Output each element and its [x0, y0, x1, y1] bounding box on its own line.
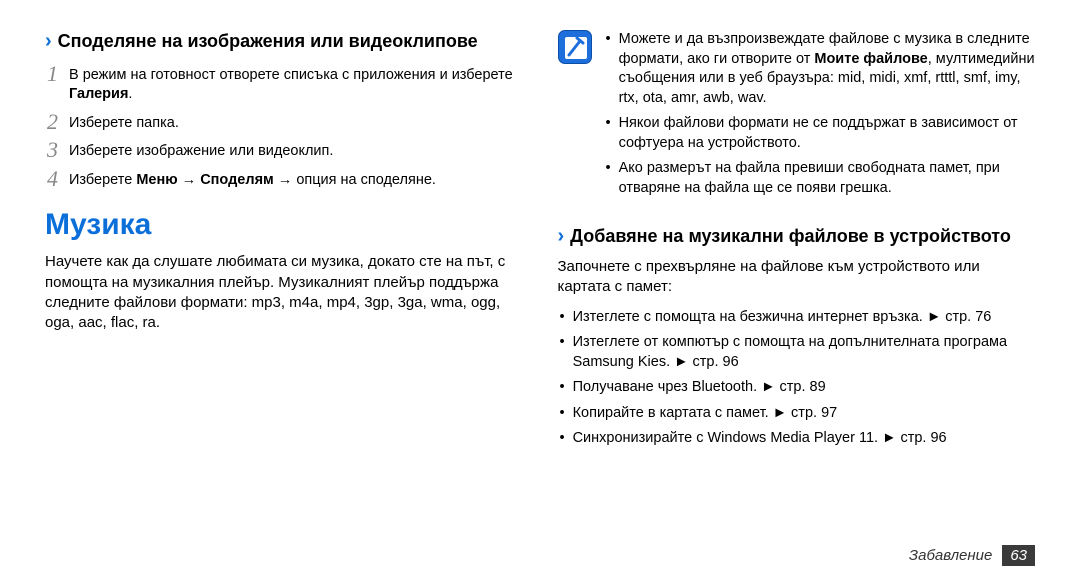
list-item: Синхронизирайте с Windows Media Player 1… [558, 429, 1036, 449]
step-bold: Галерия [69, 86, 128, 102]
bullet-bold: Моите файлове [814, 51, 927, 67]
section-heading-add-music: › Добавяне на музикални файлове в устрой… [558, 225, 1036, 248]
music-paragraph: Научете как да слушате любимата си музик… [45, 252, 523, 333]
step-number: 1 [47, 63, 69, 85]
music-title: Музика [45, 208, 523, 242]
bullet-text: Някои файлови формати не се поддържат в … [619, 114, 1035, 153]
step-text: Изберете папка. [69, 111, 179, 134]
step-text: Изберете Меню → Споделям → опция на спод… [69, 168, 436, 191]
left-column: › Споделяне на изображения или видеоклип… [45, 30, 523, 455]
step-text: Изберете изображение или видеоклип. [69, 139, 333, 162]
step-bold: Меню [136, 172, 177, 188]
chevron-icon: › [558, 225, 565, 247]
list-item: 1 В режим на готовност отворете списъка … [47, 63, 523, 105]
step-suffix: → опция на споделяне. [274, 172, 436, 188]
bullet-text: Изтеглете с помощта на безжична интернет… [573, 308, 992, 328]
steps-list: 1 В режим на готовност отворете списъка … [45, 63, 523, 191]
step-prefix: В режим на готовност отворете списъка с … [69, 67, 513, 83]
heading-text: Споделяне на изображения или видеоклипов… [58, 30, 478, 53]
list-item: 4 Изберете Меню → Споделям → опция на сп… [47, 168, 523, 191]
right-column: Можете и да възпроизвеждате файлове с му… [558, 30, 1036, 455]
list-item: Изтеглете от компютър с помощта на допъл… [558, 333, 1036, 372]
step-suffix: . [128, 86, 132, 102]
note-bullet: Можете и да възпроизвеждате файлове с му… [604, 30, 1036, 108]
step-bold2: Споделям [200, 172, 274, 188]
section-heading-sharing: › Споделяне на изображения или видеоклип… [45, 30, 523, 53]
list-item: Изтеглете с помощта на безжична интернет… [558, 308, 1036, 328]
heading-text: Добавяне на музикални файлове в устройст… [570, 225, 1011, 248]
footer-section-label: Забавление [909, 547, 992, 564]
bullet-text: Ако размерът на файла превиши свободната… [619, 159, 1035, 198]
arrow-icon: → [178, 172, 201, 188]
bullet-text: Копирайте в картата с памет. ► стр. 97 [573, 404, 838, 424]
bullet-text: Изтеглете от компютър с помощта на допъл… [573, 333, 1035, 372]
bullet-text: Синхронизирайте с Windows Media Player 1… [573, 429, 947, 449]
list-item: Копирайте в картата с памет. ► стр. 97 [558, 404, 1036, 424]
chevron-icon: › [45, 30, 52, 52]
note-icon [558, 30, 592, 64]
list-item: 2 Изберете папка. [47, 111, 523, 134]
page-footer: Забавление 63 [909, 545, 1035, 566]
note-bullets: Можете и да възпроизвеждате файлове с му… [604, 30, 1036, 205]
bullet-text: Получаване чрез Bluetooth. ► стр. 89 [573, 378, 826, 398]
list-item: Получаване чрез Bluetooth. ► стр. 89 [558, 378, 1036, 398]
step-prefix: Изберете [69, 172, 136, 188]
note-bullet: Някои файлови формати не се поддържат в … [604, 114, 1036, 153]
add-music-paragraph: Започнете с прехвърляне на файлове към у… [558, 257, 1036, 298]
add-music-bullets: Изтеглете с помощта на безжична интернет… [558, 308, 1036, 449]
note-bullet: Ако размерът на файла превиши свободната… [604, 159, 1036, 198]
list-item: 3 Изберете изображение или видеоклип. [47, 139, 523, 162]
step-number: 2 [47, 111, 69, 133]
step-number: 4 [47, 168, 69, 190]
step-number: 3 [47, 139, 69, 161]
step-text: В режим на готовност отворете списъка с … [69, 63, 523, 105]
page-number: 63 [1002, 545, 1035, 566]
note-box: Можете и да възпроизвеждате файлове с му… [558, 30, 1036, 205]
